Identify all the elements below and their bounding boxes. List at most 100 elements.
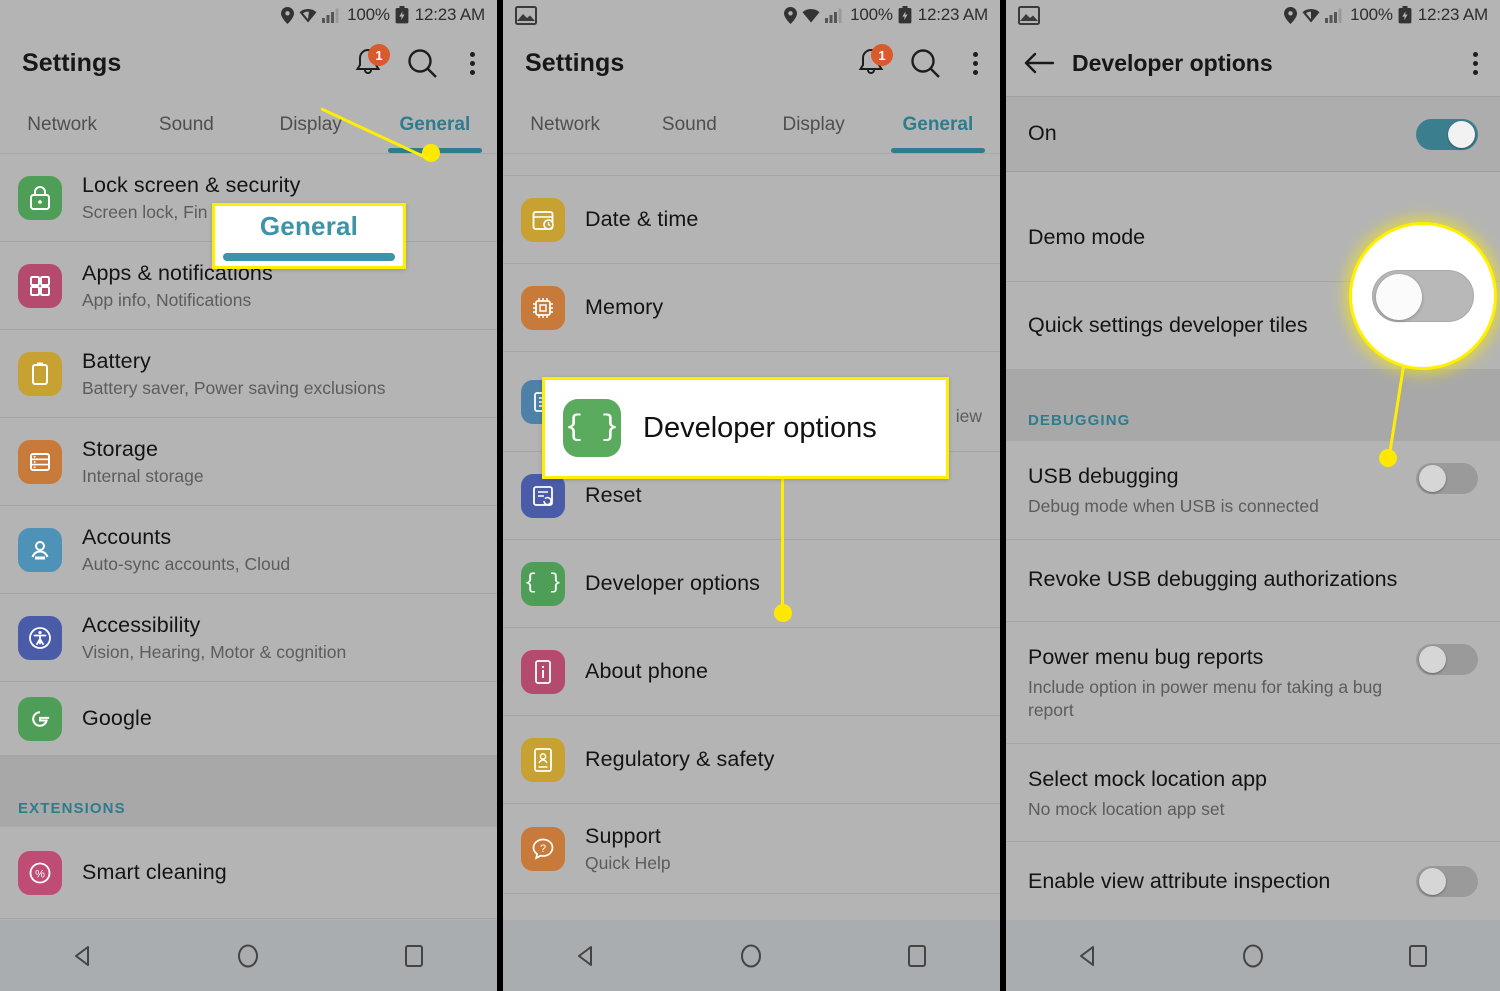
list-item-support[interactable]: ? Support Quick Help [503, 804, 1000, 894]
row-power-menu-bug-reports[interactable]: Power menu bug reports Include option in… [1006, 621, 1500, 744]
developer-options-master-row[interactable]: On [1006, 96, 1500, 172]
nav-home-button[interactable] [1223, 934, 1283, 978]
row-select-mock-location-app[interactable]: Select mock location app No mock locatio… [1006, 743, 1500, 843]
tab-network[interactable]: Network [0, 96, 124, 153]
list-item-title: Apps & notifications [82, 261, 273, 286]
master-toggle[interactable] [1416, 118, 1478, 150]
nav-recents-button[interactable] [384, 934, 444, 978]
nav-home-button[interactable] [721, 934, 781, 978]
list-item-accessibility[interactable]: Accessibility Vision, Hearing, Motor & c… [0, 594, 497, 682]
search-button[interactable] [407, 48, 438, 79]
status-bar-right: 100% 12:23 AM [1284, 0, 1488, 30]
developer-options-list: On Demo mode Quick settings developer ti… [1006, 96, 1500, 991]
nav-recents-button[interactable] [1388, 934, 1448, 978]
list-item-backup[interactable]: Backup iew [503, 352, 1000, 452]
tab-network[interactable]: Network [503, 96, 627, 153]
tab-label: Display [782, 113, 845, 135]
panel-developer-options: 100% 12:23 AM Developer options On Demo … [1006, 0, 1500, 991]
image-icon [1018, 5, 1040, 25]
tab-sound[interactable]: Sound [627, 96, 751, 153]
notifications-button[interactable]: 1 [353, 44, 390, 79]
list-item-developer-options[interactable]: { } Developer options [503, 540, 1000, 628]
list-item-apps-notifications[interactable]: Apps & notifications App info, Notificat… [0, 242, 497, 330]
quick-settings-tiles-toggle[interactable] [1416, 310, 1478, 341]
location-pin-icon [1284, 6, 1298, 24]
nav-home-button[interactable] [218, 934, 278, 978]
tab-display[interactable]: Display [752, 96, 876, 153]
list-item-google[interactable]: Google [0, 682, 497, 756]
list-item-lock-screen[interactable]: Lock screen & security Screen lock, Fin [0, 154, 497, 242]
view-attribute-inspection-toggle[interactable] [1416, 866, 1478, 898]
tab-label: General [902, 113, 974, 135]
list-item-accounts[interactable]: Accounts Auto-sync accounts, Cloud [0, 506, 497, 594]
navigation-bar [0, 920, 497, 991]
list-item-title: Memory [585, 295, 664, 320]
overflow-menu-button[interactable] [462, 46, 483, 81]
phone-info-icon [521, 649, 565, 694]
list-item-title: Date & time [585, 207, 699, 232]
row-revoke-usb-debugging[interactable]: Revoke USB debugging authorizations [1006, 539, 1500, 622]
usb-debugging-toggle[interactable] [1416, 463, 1478, 494]
nav-back-button[interactable] [1058, 934, 1118, 978]
list-item-reset[interactable]: Reset [503, 452, 1000, 540]
search-button[interactable] [910, 48, 941, 79]
power-menu-bug-reports-toggle[interactable] [1416, 643, 1478, 675]
list-item-smart-cleaning[interactable]: % Smart cleaning [0, 827, 497, 919]
tab-bar: Network Sound Display General [503, 96, 1000, 153]
nav-recents-button[interactable] [887, 934, 947, 978]
app-bar: Settings 1 [0, 30, 497, 96]
nav-back-button[interactable] [556, 934, 616, 978]
search-icon [910, 48, 941, 79]
row-quick-settings-developer-tiles[interactable]: Quick settings developer tiles [1006, 282, 1500, 370]
signal-bars-icon [825, 8, 844, 23]
tab-general[interactable]: General [876, 96, 1000, 153]
row-demo-mode[interactable]: Demo mode [1006, 194, 1500, 282]
row-usb-debugging[interactable]: USB debugging Debug mode when USB is con… [1006, 441, 1500, 540]
tab-display[interactable]: Display [249, 96, 373, 153]
kebab-menu-icon [973, 51, 978, 57]
list-item-subtitle: Internal storage [82, 465, 204, 486]
list-item-memory[interactable]: Memory [503, 264, 1000, 352]
notifications-button[interactable]: 1 [856, 44, 893, 79]
developer-braces-icon: { } [521, 561, 565, 606]
home-circle-icon [235, 942, 261, 970]
status-bar-right: 100% 12:23 AM [281, 0, 485, 30]
overflow-menu-button[interactable] [1465, 46, 1486, 81]
tab-active-underline [387, 148, 483, 153]
list-item-title: Backup [585, 377, 658, 402]
list-item-title: Storage [82, 437, 159, 462]
regulatory-icon [521, 737, 565, 782]
tab-general[interactable]: General [373, 96, 497, 153]
list-item-title: Developer options [585, 571, 761, 596]
section-spacer [1006, 370, 1500, 392]
list-item-date-time[interactable]: Date & time [503, 176, 1000, 264]
overflow-menu-button[interactable] [965, 46, 986, 81]
list-item-about-phone[interactable]: About phone [503, 628, 1000, 716]
app-bar: Settings 1 [503, 30, 1000, 96]
list-item-subtitle: Quick Help [585, 852, 671, 873]
notification-badge: 1 [871, 44, 893, 66]
list-item-storage[interactable]: Storage Internal storage [0, 418, 497, 506]
status-bar-left [1018, 5, 1040, 25]
list-item-battery[interactable]: Battery Battery saver, Power saving excl… [0, 330, 497, 418]
settings-list: Lock screen & security Screen lock, Fin … [0, 154, 497, 919]
clock-label: 12:23 AM [917, 5, 988, 24]
tab-label: Network [530, 113, 600, 135]
signal-bars-icon [322, 8, 341, 23]
back-arrow-icon[interactable] [1024, 52, 1054, 74]
wifi-icon [802, 8, 820, 23]
wifi-icon [1302, 8, 1320, 23]
row-title: Power menu bug reports [1028, 644, 1264, 669]
row-enable-view-attribute-inspection[interactable]: Enable view attribute inspection [1006, 842, 1500, 923]
list-item-title: Google [82, 706, 152, 731]
app-bar-actions: 1 [856, 30, 986, 96]
battery-icon [18, 351, 62, 396]
status-bar-left [515, 5, 537, 25]
nav-back-button[interactable] [53, 934, 113, 978]
search-icon [407, 48, 438, 79]
tab-sound[interactable]: Sound [124, 96, 248, 153]
row-subtitle: No mock location app set [1028, 798, 1225, 819]
app-bar: Developer options [1006, 30, 1500, 96]
list-item-title: Battery [82, 349, 151, 374]
list-item-regulatory-safety[interactable]: Regulatory & safety [503, 716, 1000, 804]
